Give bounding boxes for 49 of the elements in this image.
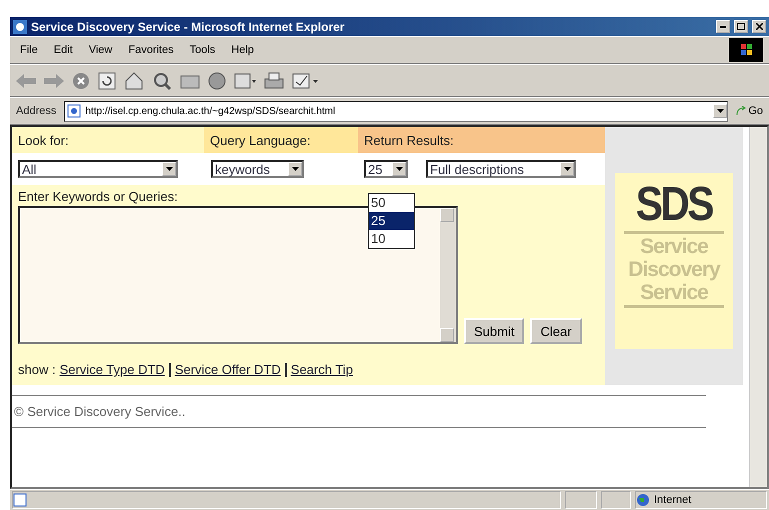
dropdown-arrow-icon xyxy=(166,167,172,171)
menu-item[interactable]: File xyxy=(16,44,42,56)
query-language-label: Query Language: xyxy=(204,127,358,153)
maximize-button[interactable] xyxy=(734,20,748,33)
look-for-select[interactable]: All xyxy=(18,160,178,178)
dtd-link[interactable]: Service Type DTD xyxy=(60,362,165,377)
menu-item[interactable]: Edit xyxy=(50,44,77,56)
return-results-label: Return Results: xyxy=(358,127,605,153)
go-button[interactable]: Go xyxy=(736,105,763,117)
query-label: Enter Keywords or Queries: xyxy=(18,189,178,204)
menu-item[interactable]: View xyxy=(84,44,116,56)
query-text-area[interactable] xyxy=(18,206,458,344)
look-for-label: Look for: xyxy=(12,127,204,153)
logo-mark: SDS xyxy=(636,181,712,229)
address-field[interactable]: http://isel.cp.eng.chula.ac.th/~g42wsp/SDS/searchit.html xyxy=(64,100,728,122)
menu-item[interactable]: Tools xyxy=(186,44,220,56)
clear-button[interactable]: Clear xyxy=(530,318,582,344)
browser-icon xyxy=(13,20,27,34)
dropdown-arrow-icon xyxy=(292,167,298,171)
dtd-link[interactable]: Service Offer DTD xyxy=(174,362,281,377)
close-icon xyxy=(756,23,762,30)
submit-button[interactable]: Submit xyxy=(464,318,524,344)
windows-logo-icon xyxy=(729,38,763,62)
copyright-text: © Service Discovery Service.. xyxy=(12,395,706,428)
minimize-button[interactable] xyxy=(716,20,730,33)
menu-item[interactable]: Help xyxy=(227,44,258,56)
minimize-icon xyxy=(720,26,726,28)
dropdown-arrow-icon xyxy=(564,167,570,171)
scrollbar[interactable] xyxy=(440,208,456,342)
zone-label: Internet xyxy=(654,494,692,506)
dropdown-arrow-icon xyxy=(716,109,724,113)
description-select[interactable]: Full descriptions xyxy=(426,160,576,178)
menu-item[interactable]: Favorites xyxy=(124,44,178,56)
result-count-select[interactable]: 25 xyxy=(364,160,408,178)
count-option[interactable]: 25 xyxy=(369,212,414,230)
dtd-link[interactable]: Search Tip xyxy=(290,362,353,377)
globe-icon xyxy=(636,493,650,507)
address-label: Address xyxy=(16,105,56,117)
close-button[interactable] xyxy=(752,20,766,33)
query-language-select[interactable]: keywords xyxy=(211,160,304,178)
page-scrollbar[interactable] xyxy=(749,127,767,487)
separator-icon xyxy=(168,362,171,376)
page-icon xyxy=(67,104,82,118)
show-label: show : xyxy=(18,362,56,377)
maximize-icon xyxy=(737,23,745,30)
go-arrow-icon xyxy=(736,106,746,116)
separator-icon xyxy=(284,362,287,376)
window-title: Service Discovery Service - Microsoft Internet Explorer xyxy=(31,20,346,34)
dropdown-arrow-icon xyxy=(396,167,402,171)
